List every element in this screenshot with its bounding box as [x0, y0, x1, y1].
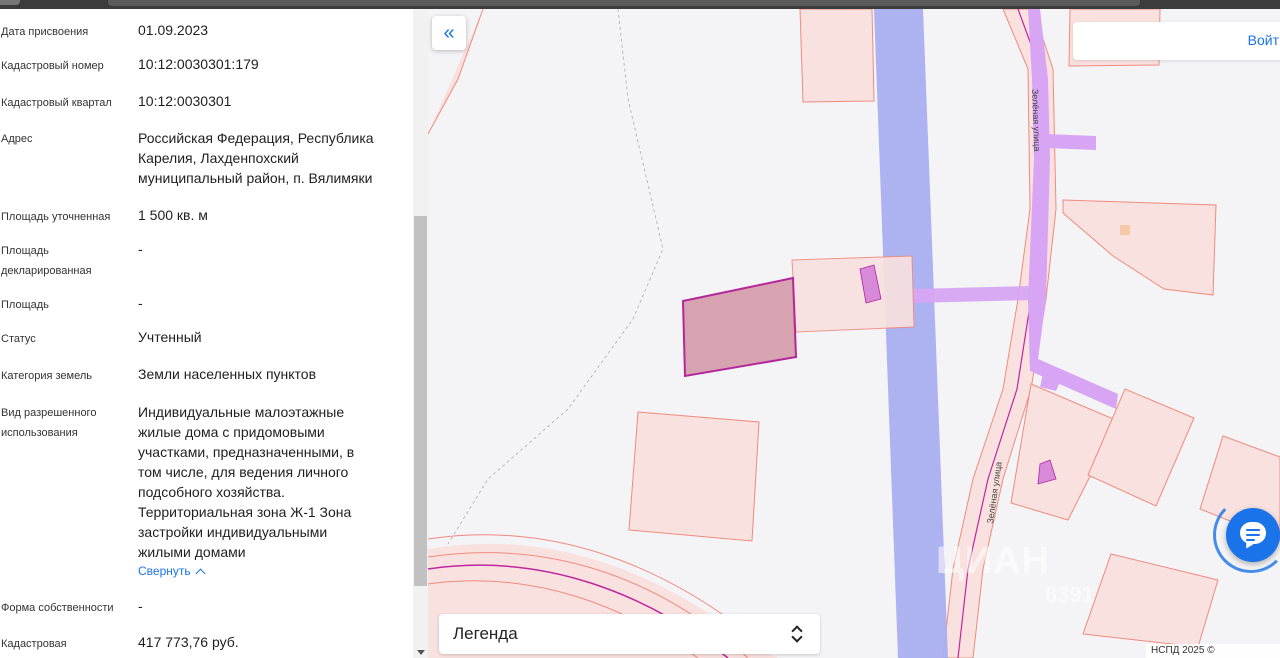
parcel	[628, 411, 760, 542]
parcel	[1082, 553, 1219, 648]
dotted-boundary	[447, 9, 664, 545]
parcel	[799, 9, 875, 103]
collapse-link-label[interactable]: Свернуть	[138, 564, 191, 578]
map-canvas[interactable]: Зелёная улица Зелёная улица	[428, 9, 1280, 658]
address-bar-edge	[108, 0, 1140, 6]
parcel	[1087, 388, 1195, 507]
row-value: -	[138, 295, 143, 311]
row-value: 417 773,76 руб.	[138, 634, 239, 650]
collapse-panel-button[interactable]: «	[432, 16, 466, 50]
row-value: 10:12:0030301:179	[138, 56, 259, 72]
selected-parcel[interactable]	[681, 276, 798, 378]
login-button[interactable]: Войт	[1073, 22, 1280, 60]
row-label: Категория земель	[1, 370, 92, 382]
scrollbar-thumb[interactable]	[414, 216, 427, 586]
copyright: НСПД 2025 ©	[1146, 644, 1280, 658]
chat-icon-line	[1246, 539, 1255, 541]
row-value: Индивидуальные малоэтажные жилые дома с …	[138, 404, 355, 560]
row-value: 1 500 кв. м	[138, 207, 208, 223]
cadastral-map[interactable]: Зелёная улица Зелёная улица	[428, 9, 1280, 658]
chat-icon-line	[1246, 529, 1260, 531]
panel-scrollbar[interactable]	[413, 9, 428, 658]
chat-icon-line	[1246, 534, 1260, 536]
row-label: Статус	[1, 333, 36, 345]
parcel	[791, 255, 915, 333]
row-label: Площадь декларированная	[1, 245, 92, 277]
row-label: Площадь уточненная	[1, 211, 111, 223]
watermark-text: ЦИАН	[936, 540, 1050, 582]
row-label: Площадь	[1, 299, 49, 311]
chevron-up-icon[interactable]	[195, 568, 206, 578]
watermark-id: 8391	[1045, 582, 1094, 607]
row-value: -	[138, 241, 143, 257]
violet-branch	[1046, 134, 1096, 150]
row-value: 10:12:0030301	[138, 93, 232, 109]
scroll-down-arrow-icon[interactable]	[417, 650, 425, 655]
row-label: Вид разрешенного использования	[1, 407, 97, 439]
building	[1120, 225, 1130, 235]
row-value: Российская Федерация, Республика Карелия…	[138, 130, 374, 186]
row-value: 01.09.2023	[138, 22, 209, 38]
login-label[interactable]: Войт	[1248, 32, 1279, 48]
row-label: Кадастровая	[1, 638, 67, 650]
window-control	[0, 0, 20, 5]
row-value: -	[138, 598, 143, 614]
legend-toggle[interactable]: Легенда	[439, 614, 820, 654]
row-label: Кадастровый квартал	[1, 97, 112, 109]
row-label: Кадастровый номер	[1, 60, 104, 72]
parcel-info-panel: Дата присвоения 01.09.2023 Кадастровый н…	[0, 9, 428, 658]
parcel	[1062, 199, 1217, 296]
browser-top-strip	[0, 0, 1280, 9]
violet-branch	[912, 286, 1034, 303]
double-chevron-left-icon[interactable]: «	[443, 22, 454, 45]
row-value: Учтенный	[138, 329, 202, 345]
row-value: Земли населенных пунктов	[138, 366, 317, 382]
row-label: Форма собственности	[1, 602, 114, 614]
row-label: Дата присвоения	[1, 26, 89, 38]
collapse-link[interactable]: Свернуть	[138, 564, 206, 578]
chat-button[interactable]	[1226, 508, 1280, 562]
legend-title[interactable]: Легенда	[453, 624, 518, 644]
sort-arrows-icon[interactable]	[792, 625, 802, 643]
row-label: Адрес	[1, 133, 33, 145]
